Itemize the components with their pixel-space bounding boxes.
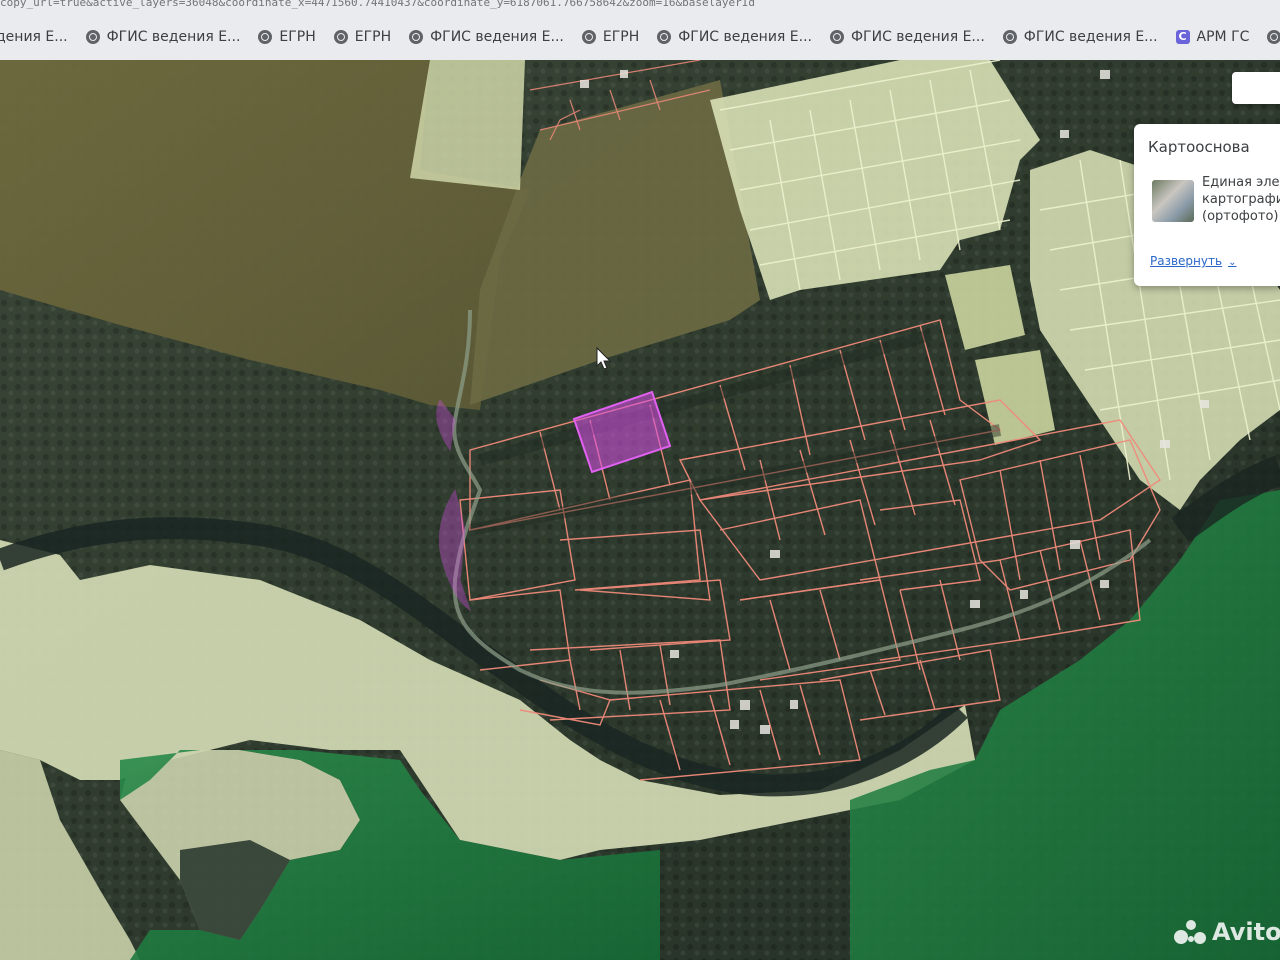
layer-name-line3: (ортофото): [1202, 209, 1279, 224]
chevron-down-icon: ⌄: [1228, 257, 1237, 268]
arrow-cursor-icon: [596, 347, 612, 370]
bookmark-label: ФГИС ведения Е...: [106, 29, 241, 45]
expand-label: Развернуть: [1150, 254, 1223, 268]
pale-zone-top: [410, 60, 525, 190]
bookmark-label: ЕГРН: [279, 29, 316, 45]
basemap-panel: Картооснова Единая эле картографи (ортоф…: [1134, 124, 1280, 286]
bookmark-egrn-3[interactable]: ЕГРН: [333, 29, 392, 45]
layer-name-line2: картографи: [1202, 192, 1280, 207]
bookmark-fgis-0[interactable]: дения Е...: [0, 29, 68, 45]
globe-icon: [258, 30, 273, 44]
bookmark-egrn-2[interactable]: ЕГРН: [258, 29, 316, 45]
watermark-text: Avito: [1212, 918, 1280, 946]
globe-icon: [581, 30, 596, 44]
bookmark-label: ФГИС ведения Е...: [851, 29, 985, 45]
globe-icon: [1267, 30, 1280, 44]
bookmark-fgis-6[interactable]: ФГИС ведения Е...: [657, 29, 812, 45]
cadastral-map[interactable]: [0, 60, 1280, 960]
bookmark-fgis-7[interactable]: ФГИС ведения Е...: [830, 29, 985, 45]
orthophoto-thumbnail[interactable]: [1152, 180, 1194, 222]
bookmark-extra[interactable]: [1267, 30, 1280, 44]
bookmark-arm-gs[interactable]: C АРМ ГС: [1175, 29, 1250, 45]
app-c-icon: C: [1175, 30, 1190, 44]
bookmark-label: дения Е...: [0, 29, 68, 45]
avito-watermark: Avito: [1174, 918, 1280, 946]
address-bar-url[interactable]: copy_url=true&active_layers=36048&coordi…: [0, 0, 1280, 14]
bookmark-fgis-8[interactable]: ФГИС ведения Е...: [1002, 29, 1158, 45]
layer-name-line1: Единая эле: [1202, 175, 1280, 190]
bookmark-label: ФГИС ведения Е...: [1023, 29, 1158, 45]
bookmark-label: ФГИС ведения Е...: [430, 29, 564, 45]
bookmark-fgis-1[interactable]: ФГИС ведения Е...: [85, 29, 241, 45]
bookmark-fgis-4[interactable]: ФГИС ведения Е...: [409, 29, 564, 45]
globe-icon: [409, 30, 424, 44]
globe-icon: [830, 30, 844, 44]
bookmark-label: ЕГРН: [602, 29, 640, 45]
avito-logo-icon: [1174, 918, 1208, 946]
bookmark-label: ЕГРН: [354, 29, 392, 45]
bookmark-label: АРМ ГС: [1196, 29, 1250, 45]
globe-icon: [85, 30, 100, 44]
browser-toolbar: copy_url=true&active_layers=36048&coordi…: [0, 0, 1280, 61]
bookmark-egrn-5[interactable]: ЕГРН: [581, 29, 640, 45]
basemap-panel-title: Картооснова: [1148, 138, 1250, 156]
expand-link[interactable]: Развернуть ⌄: [1150, 254, 1236, 268]
basemap-layer-name[interactable]: Единая эле картографи (ортофото): [1202, 174, 1280, 225]
map-tools-button[interactable]: [1232, 72, 1280, 104]
map-canvas[interactable]: [0, 60, 1280, 960]
bookmark-label: ФГИС ведения Е...: [678, 29, 812, 45]
globe-icon: [1002, 30, 1017, 44]
globe-icon: [333, 30, 348, 44]
bookmarks-bar: дения Е... ФГИС ведения Е... ЕГРН ЕГРН Ф…: [0, 22, 1280, 52]
globe-icon: [657, 30, 672, 44]
